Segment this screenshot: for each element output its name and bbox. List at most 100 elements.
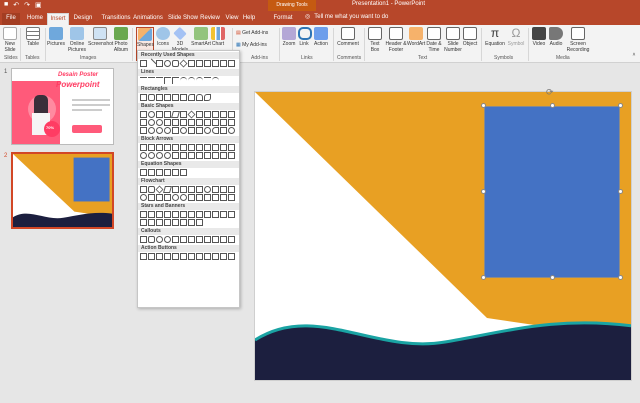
tab-help[interactable]: Help — [241, 13, 257, 25]
new-slide-button[interactable]: New Slide — [2, 27, 18, 53]
lightning-bolt-shape-icon[interactable] — [196, 127, 203, 134]
action-document-shape-icon[interactable] — [204, 253, 211, 260]
freeform-shape-icon[interactable] — [204, 77, 211, 84]
off-page-connector-shape-icon[interactable] — [148, 194, 155, 201]
round-diagonal-shape-icon[interactable] — [204, 94, 211, 101]
action-information-shape-icon[interactable] — [180, 253, 187, 260]
equal-shape-icon[interactable] — [172, 169, 179, 176]
tab-slide-show[interactable]: Slide Show — [167, 13, 199, 25]
audio-button[interactable]: Audio — [548, 27, 564, 47]
rectangle-shape-icon[interactable] — [140, 94, 147, 101]
online-pictures-button[interactable]: Online Pictures — [66, 27, 88, 53]
date-time-button[interactable]: Date & Time — [425, 27, 443, 53]
explosion-1-shape-icon[interactable] — [140, 211, 147, 218]
double-wave-shape-icon[interactable] — [196, 219, 203, 226]
rectangle-shape-icon[interactable] — [156, 60, 163, 67]
down-arrow-callout-shape-icon[interactable] — [212, 152, 219, 159]
video-button[interactable]: Video — [531, 27, 547, 47]
oval-shape-icon[interactable] — [164, 60, 171, 67]
chevron-shape-icon[interactable] — [196, 152, 203, 159]
ribbon-up-shape-icon[interactable] — [140, 219, 147, 226]
moon-shape-icon[interactable] — [212, 127, 219, 134]
tab-home[interactable]: Home — [24, 13, 46, 25]
quad-arrow-shape-icon[interactable] — [188, 144, 195, 151]
cloud-callout-shape-icon[interactable] — [164, 236, 171, 243]
cloud-shape-icon[interactable] — [220, 127, 227, 134]
action-help-shape-icon[interactable] — [220, 253, 227, 260]
left-arrow-callout-shape-icon[interactable] — [220, 152, 227, 159]
star-8-shape-icon[interactable] — [188, 211, 195, 218]
snip-diagonal-shape-icon[interactable] — [172, 94, 179, 101]
collate-shape-icon[interactable] — [188, 194, 195, 201]
block-arc-shape-icon[interactable] — [164, 127, 171, 134]
donut-shape-icon[interactable] — [148, 127, 155, 134]
scribble-shape-icon[interactable] — [212, 77, 219, 84]
equation-button[interactable]: π Equation — [484, 27, 506, 47]
action-button[interactable]: Action — [313, 27, 329, 47]
bent-arrow-shape-icon[interactable] — [204, 144, 211, 151]
cube-shape-icon[interactable] — [228, 119, 235, 126]
triangle-shape-icon[interactable] — [196, 60, 203, 67]
punched-tape-shape-icon[interactable] — [164, 194, 171, 201]
action-return-shape-icon[interactable] — [188, 253, 195, 260]
wave-shape-icon[interactable] — [188, 219, 195, 226]
explosion-2-shape-icon[interactable] — [148, 211, 155, 218]
plaque-shape-icon[interactable] — [212, 119, 219, 126]
resize-handle-top-right[interactable] — [618, 103, 623, 108]
document-shape-icon[interactable] — [188, 186, 195, 193]
not-equal-shape-icon[interactable] — [180, 169, 187, 176]
rectangular-callout-shape-icon[interactable] — [140, 236, 147, 243]
bent-up-arrow-shape-icon[interactable] — [228, 144, 235, 151]
curved-up-arrow-shape-icon[interactable] — [156, 152, 163, 159]
action-back-shape-icon[interactable] — [140, 253, 147, 260]
brace-shape-icon[interactable] — [220, 60, 227, 67]
curved-right-arrow-shape-icon[interactable] — [140, 152, 147, 159]
merge-shape-icon[interactable] — [212, 194, 219, 201]
action-movie-shape-icon[interactable] — [196, 253, 203, 260]
decagon-shape-icon[interactable] — [228, 111, 235, 118]
connector-shape-icon[interactable] — [140, 194, 147, 201]
collapse-ribbon-button[interactable]: ˄ — [630, 52, 638, 58]
slide-canvas[interactable] — [254, 91, 632, 381]
star-4-shape-icon[interactable] — [156, 211, 163, 218]
my-addins-button[interactable]: ▦ My Add-ins — [236, 42, 276, 48]
object-button[interactable]: Object — [462, 27, 478, 47]
multiply-shape-icon[interactable] — [156, 169, 163, 176]
manual-input-shape-icon[interactable] — [220, 186, 227, 193]
plus-shape-icon[interactable] — [140, 169, 147, 176]
arc-shape-icon[interactable] — [228, 127, 235, 134]
hexagon-shape-icon[interactable] — [204, 111, 211, 118]
chart-button[interactable]: Chart — [211, 27, 225, 47]
text-box-button[interactable]: Text Box — [367, 27, 383, 53]
round-single-corner-shape-icon[interactable] — [188, 94, 195, 101]
snip-rectangle-shape-icon[interactable] — [156, 94, 163, 101]
line-callout-3-shape-icon[interactable] — [188, 236, 195, 243]
star-24-shape-icon[interactable] — [220, 211, 227, 218]
action-custom-shape-icon[interactable] — [228, 253, 235, 260]
rounded-rectangle-shape-icon[interactable] — [172, 60, 179, 67]
data-shape-icon[interactable] — [163, 186, 172, 193]
right-arrow-callout-shape-icon[interactable] — [204, 152, 211, 159]
elbow-connector-shape-icon[interactable] — [164, 77, 171, 84]
process-shape-icon[interactable] — [140, 186, 147, 193]
tab-file[interactable]: File — [2, 13, 20, 25]
extract-shape-icon[interactable] — [204, 194, 211, 201]
cross-shape-icon[interactable] — [204, 119, 211, 126]
get-addins-button[interactable]: ▤ Get Add-ins — [236, 30, 276, 36]
resize-handle-bottom-left[interactable] — [481, 275, 486, 280]
l-shape-icon[interactable] — [188, 119, 195, 126]
icons-button[interactable]: Icons — [156, 27, 170, 47]
wordart-button[interactable]: WordArt — [407, 27, 425, 47]
oval-shape-icon[interactable] — [148, 111, 155, 118]
action-beginning-shape-icon[interactable] — [156, 253, 163, 260]
octagon-shape-icon[interactable] — [220, 111, 227, 118]
smiley-face-shape-icon[interactable] — [180, 127, 187, 134]
dodecagon-shape-icon[interactable] — [140, 119, 147, 126]
line-shape-icon[interactable] — [140, 77, 147, 84]
tab-review[interactable]: Review — [199, 13, 221, 25]
tab-animations[interactable]: Animations — [130, 13, 166, 25]
snip-same-side-shape-icon[interactable] — [164, 94, 171, 101]
tab-view[interactable]: View — [224, 13, 240, 25]
ribbon-down-shape-icon[interactable] — [148, 219, 155, 226]
multidocument-shape-icon[interactable] — [196, 186, 203, 193]
